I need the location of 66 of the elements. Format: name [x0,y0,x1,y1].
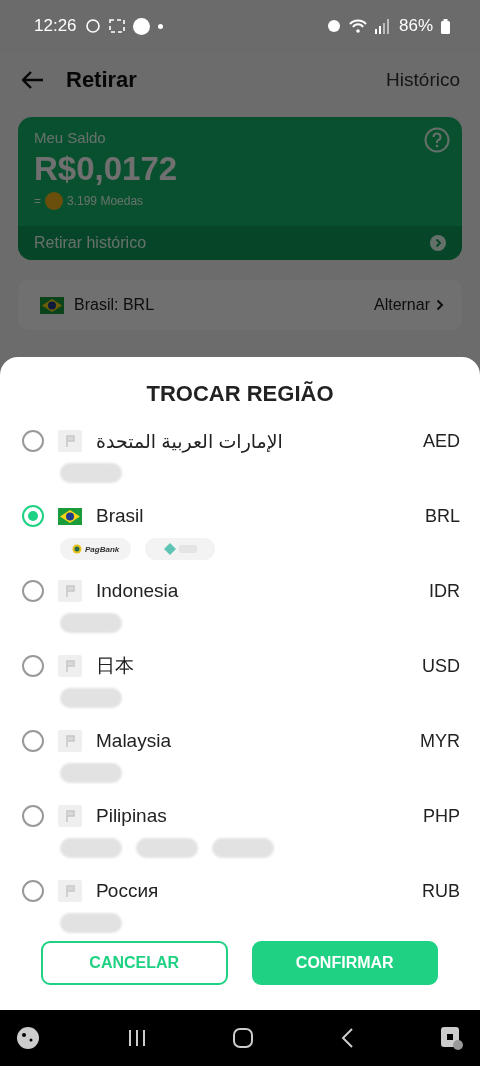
coin-balance: 3.199 Moedas [67,194,144,208]
flag-icon [58,430,82,452]
radio-button[interactable] [22,580,44,602]
switch-region-link[interactable]: Alternar [373,296,430,314]
payment-method-chip [60,613,122,633]
region-name[interactable]: الإمارات العربية المتحدة [96,429,409,453]
region-name[interactable]: 日本 [96,653,408,679]
flag-icon [58,580,82,602]
payment-method-chip [60,838,122,858]
radio-button[interactable] [22,505,44,527]
pagbank-logo: PagBank [60,538,132,560]
chevron-icon [436,299,444,311]
currency-code: USD [422,655,460,677]
screenshot-icon [108,19,125,33]
payment-method-chip [60,913,122,933]
battery-percentage: 86% [398,16,433,36]
payment-method-chip [212,838,274,858]
game-launcher-icon[interactable] [16,1026,40,1050]
region-selector[interactable]: Brasil: BRL Alternar [18,280,462,330]
back-arrow-icon[interactable] [22,71,44,89]
currency-code: IDR [429,580,460,602]
payment-method-chip [60,688,122,708]
chevron-circle-icon [430,235,446,251]
region-name[interactable]: Россия [96,880,408,902]
page-title: Retirar [66,67,138,93]
payment-method-chip [136,838,198,858]
pix-logo [145,538,216,560]
payment-method-chip [60,463,122,483]
lock-touch-icon[interactable] [440,1026,464,1050]
balance-amount: R$0,0172 [34,150,179,188]
brazil-flag-icon [40,296,64,314]
currency-code: AED [423,430,460,452]
flag-icon [58,880,82,902]
currency-code: BRL [425,505,460,527]
brazil-flag-icon [58,507,82,525]
sheet-title: TROCAR REGIÃO [145,380,335,408]
radio-button[interactable] [22,880,44,902]
radio-button[interactable] [22,430,44,452]
region-label: Brasil: BRL [74,296,156,314]
clock: 12:26 [34,16,77,36]
back-icon[interactable] [340,1028,353,1048]
radio-button[interactable] [22,655,44,677]
balance-label: Meu Saldo [34,129,106,146]
equals-sign: = [34,194,41,208]
help-icon[interactable] [424,127,450,153]
home-icon[interactable] [233,1028,253,1048]
recent-apps-icon[interactable] [127,1029,146,1047]
region-name[interactable]: Malaysia [96,730,406,752]
flag-icon [58,805,82,827]
app-notification-icon [132,17,150,35]
currency-code: MYR [420,730,460,752]
radio-button[interactable] [22,805,44,827]
region-name[interactable]: Pilipinas [96,805,409,827]
flag-icon [58,730,82,752]
flag-icon [58,655,82,677]
region-name[interactable]: Brasil [96,505,411,527]
currency-code: PHP [423,805,460,827]
currency-code: RUB [422,880,460,902]
radio-button[interactable] [22,730,44,752]
battery-icon [441,18,450,34]
wifi-icon [348,19,367,33]
more-notifications-dot [157,23,163,29]
payment-method-chip [60,763,122,783]
coin-icon [45,192,63,210]
region-name[interactable]: Indonesia [96,580,415,602]
signal-icon [374,18,391,34]
